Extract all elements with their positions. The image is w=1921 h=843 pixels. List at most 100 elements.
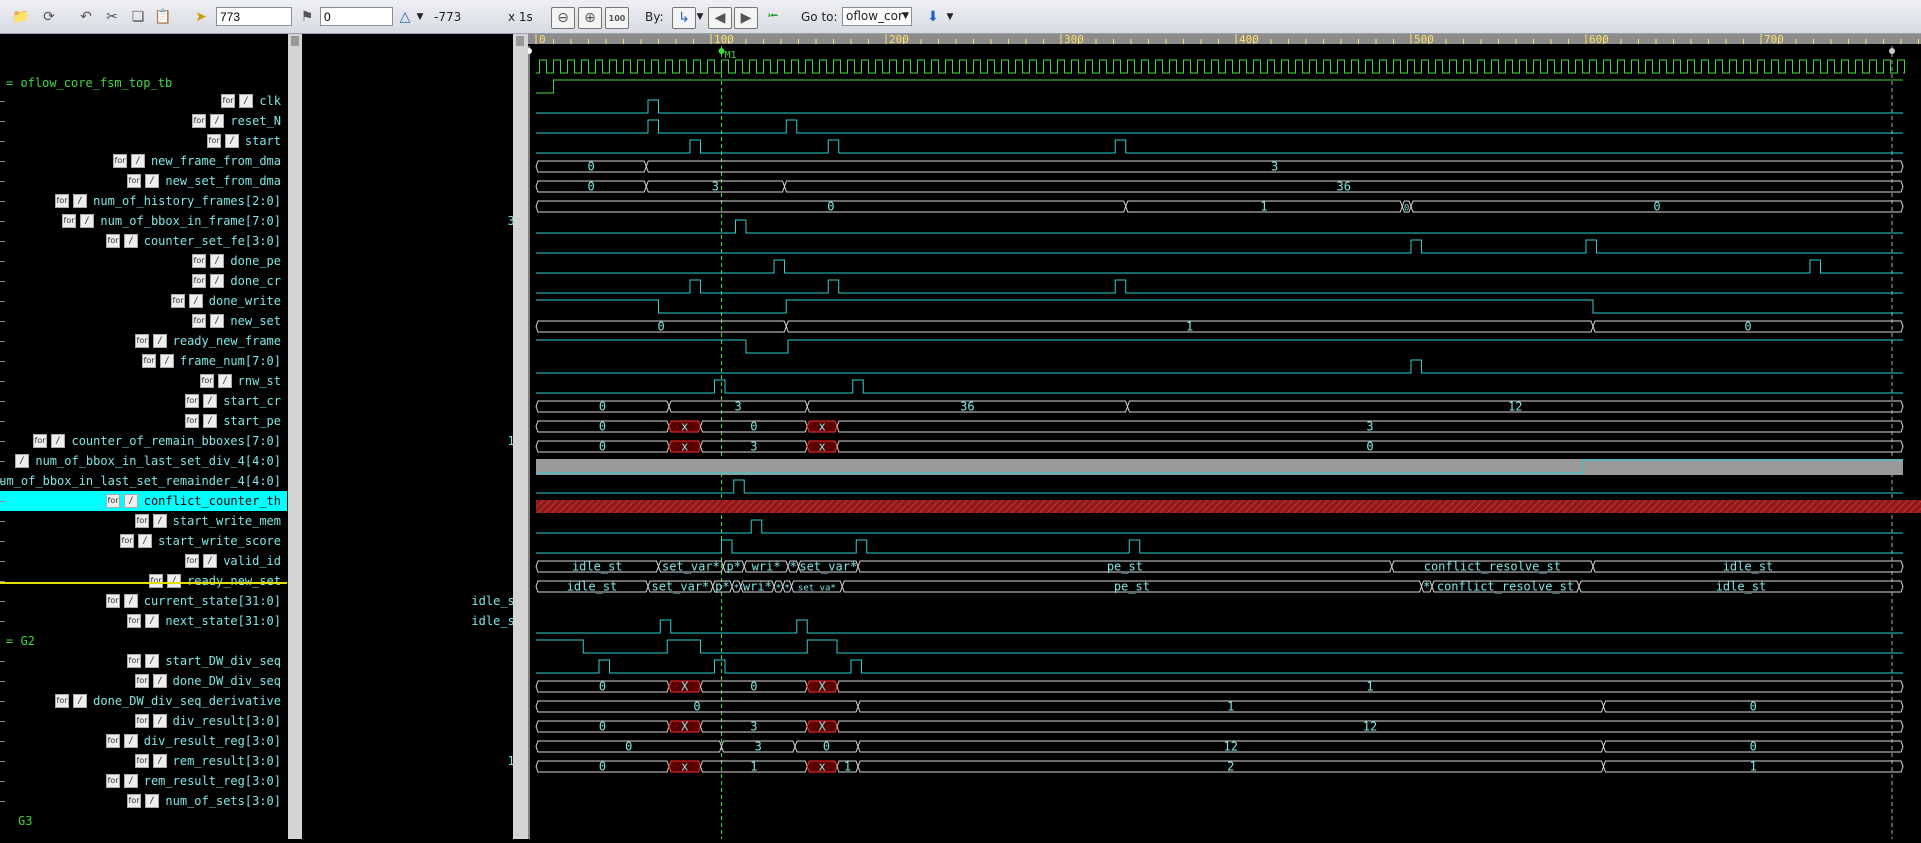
by-signal-icon[interactable]: ↳ <box>672 7 696 29</box>
signal-row[interactable]: start_cr for ∕ <box>0 391 287 411</box>
signal-waveform[interactable] <box>536 379 1903 394</box>
name-panel-scrollbar[interactable] <box>288 34 302 839</box>
signal-waveform[interactable] <box>536 619 1903 634</box>
bus-waveform[interactable]: idle_st set_var* p* * wri* * * set_va* pe_st * con… <box>535 580 1904 594</box>
zoom-out-icon[interactable]: ⊖ <box>551 7 575 29</box>
signal-row[interactable]: div_result[3:0] for ∕ <box>0 711 287 731</box>
reload-icon[interactable]: ⟳ <box>38 7 60 27</box>
signal-row[interactable]: new_set_from_dma for ∕ <box>0 171 287 191</box>
bus-waveform[interactable]: 0 x 1 x 1 2 1 <box>535 760 1904 774</box>
signal-waveform[interactable] <box>536 59 1905 74</box>
search-backward-icon[interactable]: ◀ <box>708 7 732 29</box>
signal-row[interactable]: clk for ∕ <box>0 91 287 111</box>
goto-select[interactable]: oflow_cor ▼ <box>842 7 912 26</box>
download-dropdown-icon[interactable]: ▼ <box>944 7 956 26</box>
signal-waveform[interactable] <box>536 339 1903 354</box>
undo-icon[interactable]: ↶ <box>75 7 97 27</box>
signal-row[interactable]: start_DW_div_seq for ∕ <box>0 651 287 671</box>
signal-waveform[interactable] <box>536 119 1903 134</box>
signal-row[interactable]: ready_new_set for ∕ <box>0 571 287 591</box>
signal-row[interactable]: num_of_bbox_in_last_set_div_4[4:0] ∕ <box>0 451 287 471</box>
signal-row[interactable]: div_result_reg[3:0] for ∕ <box>0 731 287 751</box>
signal-row[interactable]: frame_num[7:0] for ∕ <box>0 351 287 371</box>
bus-waveform[interactable]: 03 <box>535 160 1904 174</box>
signal-row[interactable]: next_state[31:0] for ∕ <box>0 611 287 631</box>
by-dropdown-icon[interactable]: ▼ <box>694 7 706 26</box>
signal-waveform[interactable] <box>536 99 1903 114</box>
signal-row[interactable]: num_of_sets[3:0] for ∕ <box>0 791 287 811</box>
zoom-full-icon[interactable]: 100 <box>605 7 629 29</box>
signal-row[interactable]: reset_N for ∕ <box>0 111 287 131</box>
bus-waveform[interactable]: 0 X 0 X 1 <box>535 680 1904 694</box>
signal-row[interactable]: new_frame_from_dma for ∕ <box>0 151 287 171</box>
goto-icon[interactable]: ⭰ <box>762 7 784 27</box>
signal-row[interactable]: num_of_bbox_in_last_set_remainder_4[4:0] <box>0 471 287 491</box>
signal-row[interactable]: current_state[31:0] for ∕ <box>0 591 287 611</box>
signal-row[interactable]: start_write_score for ∕ <box>0 531 287 551</box>
group-row[interactable]: G3 <box>0 811 287 831</box>
bus-waveform[interactable]: 0 1 0 0 <box>535 200 1904 214</box>
signal-waveform[interactable] <box>536 259 1903 274</box>
signal-waveform[interactable] <box>536 479 1903 494</box>
group-row[interactable]: = oflow_core_fsm_top_tb <box>0 73 287 93</box>
cursor-time-input[interactable] <box>216 7 292 26</box>
signal-row[interactable]: rem_result[3:0] for ∕ <box>0 751 287 771</box>
signal-waveform[interactable] <box>536 359 1903 374</box>
signal-waveform[interactable] <box>536 299 1903 314</box>
signal-waveform[interactable] <box>536 239 1903 254</box>
group-row[interactable]: = G2 <box>0 631 287 651</box>
signal-row[interactable]: done_cr for ∕ <box>0 271 287 291</box>
bus-waveform[interactable]: 0 X 3 X 12 <box>535 720 1904 734</box>
signal-waveform[interactable] <box>536 539 1903 554</box>
cursor-arrow-icon[interactable]: ➤ <box>190 7 212 27</box>
bus-waveform[interactable]: idle_st set_var* p* wri* * set_var* pe_st confl… <box>535 560 1904 574</box>
copy-icon[interactable]: ❏ <box>127 7 149 27</box>
signal-row[interactable]: start for ∕ <box>0 131 287 151</box>
waveform-panel[interactable]: 0 100 200 300 400 500 600 700 M1 0 3 0 3 36 0 1 0 0 0 1 0 0 3 3… <box>526 33 1921 839</box>
marker-m1[interactable]: M1 <box>718 46 737 839</box>
scroll-up-icon[interactable] <box>291 36 299 46</box>
signal-waveform[interactable] <box>536 139 1903 154</box>
signal-row[interactable]: start_write_mem for ∕ <box>0 511 287 531</box>
signal-row[interactable]: rnw_st for ∕ <box>0 371 287 391</box>
waveform-canvas[interactable]: 0 100 200 300 400 500 600 700M10 3 0 3 36 0 1 0 0 0 1 0 0 3 3… <box>526 33 1921 839</box>
bus-waveform[interactable]: 0 x 3 x 0 <box>535 440 1904 454</box>
signal-waveform[interactable] <box>536 219 1903 234</box>
signal-row[interactable]: done_pe for ∕ <box>0 251 287 271</box>
scroll-up-icon-2[interactable] <box>516 36 524 46</box>
bus-waveform[interactable]: 0 3 36 <box>535 180 1904 194</box>
signal-row[interactable]: counter_of_remain_bboxes[7:0] for ∕ <box>0 431 287 451</box>
signal-row[interactable]: new_set for ∕ <box>0 311 287 331</box>
signal-row[interactable]: valid_id for ∕ <box>0 551 287 571</box>
signal-row[interactable]: rem_result_reg[3:0] for ∕ <box>0 771 287 791</box>
signal-waveform[interactable] <box>536 279 1903 294</box>
bus-waveform[interactable]: 0 1 0 <box>535 700 1904 714</box>
signal-waveform[interactable] <box>536 659 1903 674</box>
cut-icon[interactable]: ✂ <box>101 7 123 27</box>
search-forward-icon[interactable]: ▶ <box>734 7 758 29</box>
signal-row[interactable]: done_DW_div_seq for ∕ <box>0 671 287 691</box>
open-folder-icon[interactable]: 📁 <box>10 7 32 27</box>
selected-waveform[interactable] <box>536 459 1903 475</box>
signal-row[interactable]: num_of_history_frames[2:0] for ∕ <box>0 191 287 211</box>
signal-waveform[interactable] <box>536 519 1903 534</box>
bus-waveform[interactable]: 0 x 0 x 3 <box>535 420 1904 434</box>
signal-row[interactable]: conflict_counter_th for ∕ <box>0 491 287 511</box>
signal-waveform[interactable] <box>536 79 1903 94</box>
marker-time-input[interactable] <box>320 7 393 26</box>
signal-row[interactable]: done_DW_div_seq_derivative for ∕ <box>0 691 287 711</box>
marker-flag-icon[interactable]: ⚑ <box>298 7 316 27</box>
unknown-value-fill[interactable] <box>536 500 1921 513</box>
signal-row[interactable]: counter_set_fe[3:0] for ∕ <box>0 231 287 251</box>
time-ruler[interactable]: 0 100 200 300 400 500 600 700 <box>528 33 1921 46</box>
signal-row[interactable]: done_write for ∕ <box>0 291 287 311</box>
signal-row[interactable]: ready_new_frame for ∕ <box>0 331 287 351</box>
delta-dropdown-icon[interactable]: ▼ <box>414 7 426 26</box>
bus-waveform[interactable]: 0 3 36 12 <box>535 400 1904 414</box>
bus-waveform[interactable]: 0 3 0 12 0 <box>535 740 1904 754</box>
paste-icon[interactable]: 📋 <box>152 7 174 27</box>
signal-row[interactable]: start_pe for ∕ <box>0 411 287 431</box>
delta-icon[interactable]: △ <box>397 7 413 27</box>
signal-waveform[interactable] <box>536 639 1903 654</box>
bus-waveform[interactable]: 0 1 0 <box>535 320 1904 334</box>
